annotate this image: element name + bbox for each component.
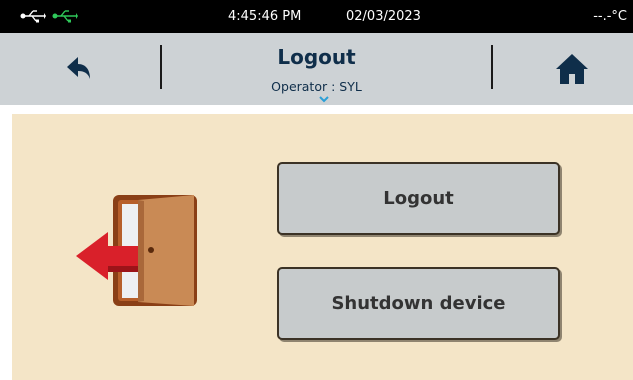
status-temperature: --.-°C (593, 9, 627, 24)
status-date: 02/03/2023 (346, 9, 421, 24)
header-bar: Logout Operator : SYL (0, 33, 633, 105)
chevron-down-icon[interactable] (318, 95, 330, 103)
usb-icon (20, 10, 46, 23)
logout-button[interactable]: Logout (277, 162, 560, 235)
exit-door-icon (76, 195, 197, 306)
usb-connected-icon (52, 10, 78, 23)
home-icon (556, 54, 588, 84)
status-time: 4:45:46 PM (228, 9, 302, 24)
separator (0, 105, 633, 114)
header-divider-right (491, 45, 493, 89)
shutdown-device-button[interactable]: Shutdown device (277, 267, 560, 340)
status-bar: 4:45:46 PM 02/03/2023 --.-°C (0, 0, 633, 33)
home-button[interactable] (532, 43, 612, 95)
